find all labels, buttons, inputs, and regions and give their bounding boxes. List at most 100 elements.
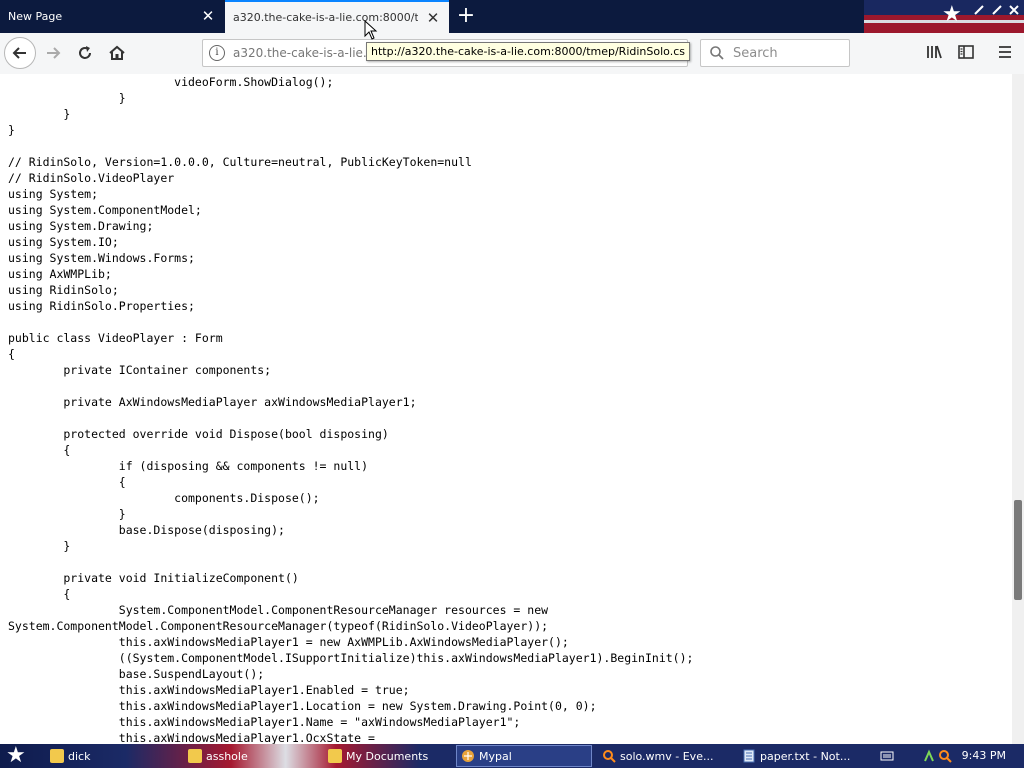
menu-button[interactable]: [994, 41, 1016, 63]
back-button[interactable]: [4, 37, 36, 69]
tab-current[interactable]: a320.the-cake-is-a-lie.com:8000/tmep ✕: [225, 0, 449, 33]
folder-icon: [328, 749, 342, 763]
code-line: public class VideoPlayer : Form: [8, 331, 223, 345]
code-line: }: [8, 91, 126, 105]
taskbar-item-asshole[interactable]: asshole: [184, 745, 320, 767]
sidebar-icon: [958, 45, 974, 59]
notepad-icon: [742, 749, 756, 763]
close-window-icon[interactable]: [1007, 4, 1021, 18]
code-line: System.ComponentModel.ComponentResourceM…: [8, 619, 549, 633]
code-line: this.axWindowsMediaPlayer1.Name = "axWin…: [8, 715, 521, 729]
search-placeholder: Search: [733, 46, 778, 61]
tab-strip: New Page ✕ a320.the-cake-is-a-lie.com:80…: [0, 0, 1024, 33]
search-icon: [602, 749, 616, 763]
code-line: }: [8, 539, 71, 553]
sidebar-button[interactable]: [955, 41, 977, 63]
code-line: using System.ComponentModel;: [8, 203, 202, 217]
code-line: using RidinSolo.Properties;: [8, 299, 195, 313]
minimize-icon[interactable]: [972, 4, 986, 18]
code-line: ((System.ComponentModel.ISupportInitiali…: [8, 651, 694, 665]
code-line: this.axWindowsMediaPlayer1 = new AxWMPLi…: [8, 635, 569, 649]
taskbar-item-notepad[interactable]: paper.txt - Not...: [738, 745, 872, 767]
taskbar: ★ dick asshole My Documents Mypal solo.w…: [0, 744, 1024, 768]
code-line: using System.IO;: [8, 235, 119, 249]
close-tab-icon[interactable]: ✕: [200, 8, 216, 24]
code-line: }: [8, 107, 71, 121]
code-line: using System.Windows.Forms;: [8, 251, 195, 265]
taskbar-item-label: dick: [68, 749, 91, 763]
library-button[interactable]: [923, 41, 945, 63]
tray-search-icon[interactable]: [938, 749, 952, 763]
scrollbar-thumb[interactable]: [1014, 500, 1022, 600]
code-line: this.axWindowsMediaPlayer1.Location = ne…: [8, 699, 597, 713]
code-line: System.ComponentModel.ComponentResourceM…: [8, 603, 549, 617]
code-line: using RidinSolo;: [8, 283, 119, 297]
source-code: videoForm.ShowDialog(); } }} // RidinSolo…: [8, 74, 693, 744]
code-line: }: [8, 123, 15, 137]
folder-icon: [188, 749, 202, 763]
code-line: videoForm.ShowDialog();: [8, 75, 334, 89]
new-tab-button[interactable]: +: [455, 5, 477, 27]
vertical-scrollbar[interactable]: [1012, 74, 1024, 744]
code-line: private AxWindowsMediaPlayer axWindowsMe…: [8, 395, 417, 409]
taskbar-item-label: paper.txt - Not...: [760, 749, 851, 763]
code-line: {: [8, 443, 71, 457]
reload-icon: [79, 46, 91, 59]
code-line: components.Dispose();: [8, 491, 320, 505]
url-text[interactable]: a320.the-cake-is-a-lie.c: [233, 46, 373, 60]
search-box[interactable]: Search: [700, 39, 850, 67]
code-line: private IContainer components;: [8, 363, 272, 377]
taskbar-item-label: solo.wmv - Eve...: [620, 749, 714, 763]
hamburger-menu-icon: [999, 46, 1011, 58]
maximize-icon[interactable]: [990, 4, 1004, 18]
code-line: if (disposing && components != null): [8, 459, 369, 473]
taskbar-item-my-documents[interactable]: My Documents: [324, 745, 452, 767]
taskbar-item-everything[interactable]: solo.wmv - Eve...: [598, 745, 732, 767]
code-line: {: [8, 587, 71, 601]
network-icon[interactable]: [922, 749, 936, 763]
home-icon: [109, 45, 125, 60]
library-icon: [927, 45, 942, 59]
search-icon: [709, 45, 725, 65]
code-line: using AxWMPLib;: [8, 267, 112, 281]
taskbar-item-label: asshole: [206, 749, 248, 763]
close-tab-icon[interactable]: ✕: [425, 10, 441, 26]
url-tooltip: http://a320.the-cake-is-a-lie.com:8000/t…: [366, 42, 690, 61]
start-star-icon[interactable]: ★: [6, 745, 30, 767]
tab-title: a320.the-cake-is-a-lie.com:8000/tmep: [233, 11, 418, 24]
mouse-cursor-icon: [364, 20, 378, 40]
system-tray: 9:43 PM: [876, 744, 1024, 768]
folder-icon: [50, 749, 64, 763]
forward-button[interactable]: [38, 38, 68, 68]
tab-new-page[interactable]: New Page ✕: [0, 0, 224, 33]
star-logo-icon: ★: [942, 2, 962, 27]
code-line: {: [8, 475, 126, 489]
home-button[interactable]: [102, 38, 132, 68]
taskbar-item-label: Mypal: [479, 749, 512, 763]
code-line: private void InitializeComponent(): [8, 571, 299, 585]
code-line: {: [8, 347, 15, 361]
forward-arrow-icon: [47, 47, 61, 59]
reload-button[interactable]: [70, 38, 100, 68]
clock[interactable]: 9:43 PM: [962, 749, 1006, 762]
keyboard-icon[interactable]: [880, 749, 894, 763]
browser-icon: [461, 749, 475, 763]
code-line: base.SuspendLayout();: [8, 667, 265, 681]
tab-title: New Page: [8, 10, 63, 23]
code-line: }: [8, 507, 126, 521]
taskbar-item-mypal[interactable]: Mypal: [456, 745, 592, 767]
code-line: // RidinSolo, Version=1.0.0.0, Culture=n…: [8, 155, 472, 169]
code-line: // RidinSolo.VideoPlayer: [8, 171, 175, 185]
site-info-icon[interactable]: i: [209, 45, 225, 61]
code-line: base.Dispose(disposing);: [8, 523, 285, 537]
taskbar-item-dick[interactable]: dick: [46, 745, 176, 767]
code-line: this.axWindowsMediaPlayer1.Enabled = tru…: [8, 683, 410, 697]
code-line: using System.Drawing;: [8, 219, 154, 233]
taskbar-item-label: My Documents: [346, 749, 429, 763]
code-line: this.axWindowsMediaPlayer1.OcxState =: [8, 731, 375, 744]
